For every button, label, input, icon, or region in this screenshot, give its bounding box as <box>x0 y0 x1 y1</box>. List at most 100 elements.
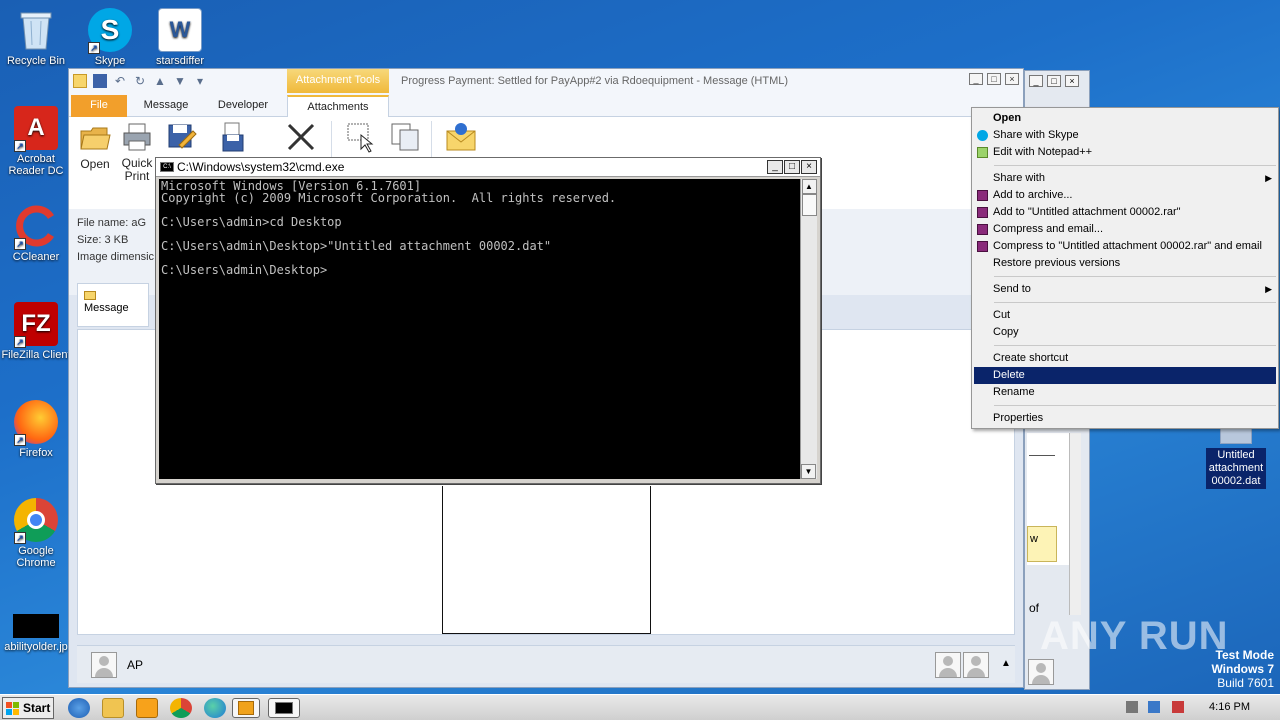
menu-item-delete[interactable]: Delete <box>974 367 1276 384</box>
desktop-icon-starsdiffer[interactable]: W starsdiffer <box>144 8 216 67</box>
tab-developer[interactable]: Developer <box>209 95 277 117</box>
menu-item-send-to[interactable]: Send to ▶ <box>972 281 1278 298</box>
menu-item-compress-and-email[interactable]: Compress and email... <box>972 221 1278 238</box>
menu-item-share-with[interactable]: Share with ▶ <box>972 170 1278 187</box>
avatar <box>91 652 117 678</box>
menu-item-add-to-rar[interactable]: Add to "Untitled attachment 00002.rar" <box>972 204 1278 221</box>
tab-attachments[interactable]: Attachments <box>287 95 389 117</box>
cmd-scrollbar[interactable]: ▲ ▼ <box>800 179 817 479</box>
chrome-icon[interactable] <box>170 698 192 718</box>
shortcut-arrow-icon: ↗ <box>88 42 100 54</box>
menu-item-restore-previous-versions[interactable]: Restore previous versions <box>972 255 1278 272</box>
menu-separator <box>994 302 1276 303</box>
minimize-icon[interactable]: _ <box>969 73 983 85</box>
desktop-icon-recycle-bin[interactable]: Recycle Bin <box>0 8 72 67</box>
select-all-button[interactable] <box>341 121 381 157</box>
up-arrow-icon[interactable]: ▲ <box>153 74 167 88</box>
maximize-icon[interactable]: □ <box>987 73 1001 85</box>
clock[interactable]: 4:16 PM <box>1209 701 1250 713</box>
message-tab[interactable]: Message <box>77 283 149 327</box>
tab-file[interactable]: File <box>71 95 127 117</box>
desktop-icon-chrome[interactable]: ↗ Google Chrome <box>0 498 72 569</box>
menu-separator <box>994 345 1276 346</box>
console-line: C:\Users\admin\Desktop> <box>161 263 328 277</box>
expand-people-pane-icon[interactable]: ▲ <box>1001 658 1011 669</box>
avatar <box>935 652 961 678</box>
menu-item-rename[interactable]: Rename <box>972 384 1278 401</box>
menu-item-cut[interactable]: Cut <box>972 307 1278 324</box>
save-icon[interactable] <box>93 74 107 88</box>
menu-item-compress-to-rar-and-email[interactable]: Compress to "Untitled attachment 00002.r… <box>972 238 1278 255</box>
test-mode-line: Test Mode <box>1215 648 1274 662</box>
desktop-icon-skype[interactable]: S ↗ Skype <box>74 8 146 67</box>
cmd-taskbar-button[interactable] <box>268 698 300 718</box>
start-button[interactable]: Start <box>2 697 54 719</box>
desktop-icon-acrobat[interactable]: A ↗ Acrobat Reader DC <box>0 106 72 177</box>
menu-item-copy[interactable]: Copy <box>972 324 1278 341</box>
submenu-arrow-icon: ▶ <box>1265 284 1272 294</box>
note-text: w <box>1030 533 1038 545</box>
tab-message[interactable]: Message <box>137 95 195 117</box>
shortcut-arrow-icon: ↗ <box>14 140 26 152</box>
maximize-icon[interactable]: □ <box>1047 75 1061 87</box>
flag-notification-icon[interactable] <box>1172 701 1184 713</box>
cmd-window[interactable]: C:\ C:\Windows\system32\cmd.exe _ □ × Mi… <box>155 157 821 484</box>
desktop-icon-ccleaner[interactable]: ↗ CCleaner <box>0 204 72 263</box>
show-message-button[interactable] <box>441 121 481 157</box>
desktop-icon-abilityolder[interactable]: abilityolder.jp <box>0 614 72 653</box>
save-all-attachments-button[interactable] <box>213 121 253 157</box>
winrar-icon <box>977 224 988 235</box>
menu-item-add-to-archive[interactable]: Add to archive... <box>972 187 1278 204</box>
skype-icon <box>977 130 988 141</box>
quick-print-button[interactable]: Quick Print <box>117 121 157 183</box>
desktop-icon-firefox[interactable]: ↗ Firefox <box>0 400 72 459</box>
ccleaner-icon: ↗ <box>14 204 58 250</box>
copy-button[interactable] <box>385 121 425 157</box>
desktop-file-untitled-attachment[interactable]: Untitled attachment 00002.dat <box>1206 428 1266 490</box>
explorer-folder-icon[interactable] <box>102 698 124 718</box>
image-file-icon <box>13 614 59 638</box>
remove-attachment-button[interactable] <box>281 121 321 157</box>
winrar-icon <box>977 207 988 218</box>
mail-envelope-icon <box>445 121 477 153</box>
chrome-icon: ↗ <box>14 498 58 544</box>
menu-item-properties[interactable]: Properties <box>972 410 1278 427</box>
sender-name: AP <box>127 658 144 672</box>
taskbar: Start 4:16 PM <box>0 694 1280 720</box>
speaker-icon[interactable] <box>1126 701 1138 713</box>
menu-item-open[interactable]: Open <box>972 110 1278 127</box>
menu-item-edit-with-notepadpp[interactable]: Edit with Notepad++ <box>972 144 1278 161</box>
context-menu: Open Share with Skype Edit with Notepad+… <box>971 107 1279 429</box>
minimize-icon[interactable]: _ <box>767 160 783 174</box>
word-document-icon: W <box>158 8 202 52</box>
down-arrow-icon[interactable]: ▼ <box>173 74 187 88</box>
test-mode-line: Windows 7 <box>1211 662 1274 676</box>
avatar <box>963 652 989 678</box>
menu-item-share-with-skype[interactable]: Share with Skype <box>972 127 1278 144</box>
scroll-up-icon[interactable]: ▲ <box>801 179 817 194</box>
scrollbar[interactable] <box>1069 433 1081 615</box>
internet-explorer-icon[interactable] <box>68 698 90 718</box>
console-output[interactable]: Microsoft Windows [Version 6.1.7601] Copy… <box>159 179 801 479</box>
scroll-thumb[interactable] <box>801 194 817 216</box>
maximize-icon[interactable]: □ <box>784 160 800 174</box>
image-preview <box>442 486 651 634</box>
undo-icon[interactable]: ↶ <box>113 74 127 88</box>
minimize-icon[interactable]: _ <box>1029 75 1043 87</box>
cmd-icon: C:\ <box>160 162 174 172</box>
scroll-down-icon[interactable]: ▼ <box>801 464 816 479</box>
save-as-button[interactable] <box>161 121 201 157</box>
open-button[interactable]: Open <box>75 121 115 171</box>
edge-icon[interactable] <box>204 698 226 718</box>
desktop-icon-filezilla[interactable]: FZ ↗ FileZilla Client <box>0 302 72 361</box>
attachment-tools-context-tab: Attachment Tools <box>287 69 389 93</box>
close-icon[interactable]: × <box>1065 75 1079 87</box>
outlook-taskbar-button[interactable] <box>232 698 260 718</box>
menu-item-create-shortcut[interactable]: Create shortcut <box>972 350 1278 367</box>
network-icon[interactable] <box>1148 701 1160 713</box>
redo-icon[interactable]: ↻ <box>133 74 147 88</box>
media-player-icon[interactable] <box>136 698 158 718</box>
customize-toolbar-icon[interactable]: ▾ <box>193 74 207 88</box>
close-icon[interactable]: × <box>1005 73 1019 85</box>
close-icon[interactable]: × <box>801 160 817 174</box>
